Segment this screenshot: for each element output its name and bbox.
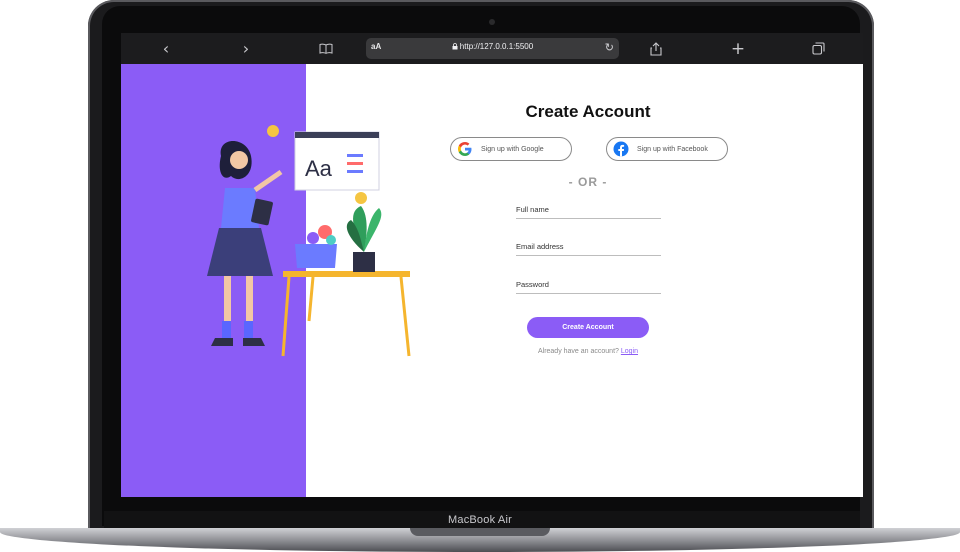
email-placeholder: Email address xyxy=(516,242,564,251)
address-bar[interactable]: aA http://127.0.0.1:5500 ↻ xyxy=(366,38,619,59)
facebook-signup-label: Sign up with Facebook xyxy=(637,145,708,153)
back-button[interactable]: ‹ xyxy=(151,33,181,64)
email-field[interactable]: Email address xyxy=(516,241,661,256)
reload-icon[interactable]: ↻ xyxy=(605,41,614,54)
login-link[interactable]: Login xyxy=(621,348,638,355)
google-icon xyxy=(457,141,473,157)
web-page: Aa Create Account Sign up with Google Si… xyxy=(121,64,863,497)
facebook-icon xyxy=(613,141,629,157)
full-name-field[interactable]: Full name xyxy=(516,204,661,219)
create-account-button[interactable]: Create Account xyxy=(527,317,649,338)
google-signup-button[interactable]: Sign up with Google xyxy=(450,137,572,161)
page-title: Create Account xyxy=(525,102,651,121)
password-field[interactable]: Password xyxy=(516,279,661,294)
book-icon[interactable] xyxy=(311,33,341,64)
camera-dot xyxy=(489,19,495,25)
new-tab-button[interactable]: + xyxy=(723,33,753,64)
login-prompt: Already have an account? Login xyxy=(306,348,863,355)
url-text[interactable]: http://127.0.0.1:5500 xyxy=(366,42,619,51)
signup-form-panel: Create Account Sign up with Google Sign … xyxy=(306,64,863,497)
facebook-signup-button[interactable]: Sign up with Facebook xyxy=(606,137,728,161)
laptop-brand-label: MacBook Air xyxy=(448,514,512,526)
tabs-icon[interactable] xyxy=(803,33,833,64)
or-divider: - OR - xyxy=(568,175,608,189)
login-prompt-text: Already have an account? xyxy=(537,348,619,355)
forward-button[interactable]: › xyxy=(231,33,261,64)
password-placeholder: Password xyxy=(516,280,549,289)
lock-icon xyxy=(452,43,458,50)
full-name-placeholder: Full name xyxy=(516,205,549,214)
share-icon[interactable] xyxy=(641,33,671,64)
google-signup-label: Sign up with Google xyxy=(481,145,544,153)
laptop-notch xyxy=(410,528,550,536)
